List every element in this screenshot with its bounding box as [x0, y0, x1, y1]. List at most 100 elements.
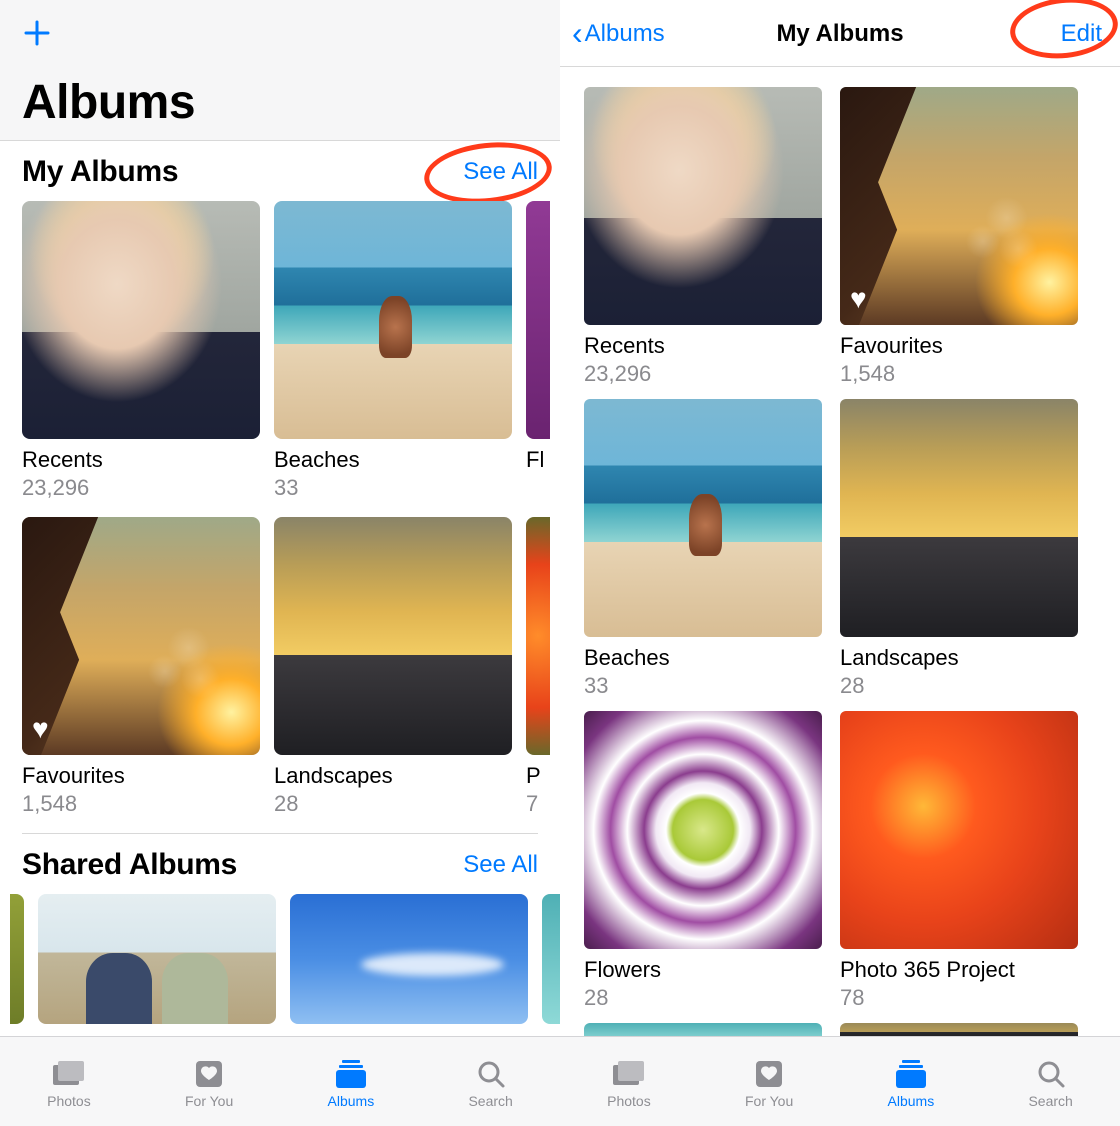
- nav-bar: ‹ Albums My Albums Edit: [560, 0, 1120, 67]
- album-tile-favourites[interactable]: ♥ Favourites 1,548: [22, 517, 260, 817]
- album-tile-landscapes[interactable]: Landscapes 28: [840, 399, 1078, 699]
- tab-label: Search: [468, 1093, 512, 1109]
- album-thumbnail: [22, 201, 260, 439]
- section-title: My Albums: [22, 155, 178, 189]
- album-name: Landscapes: [274, 763, 512, 789]
- shared-albums-row[interactable]: [0, 888, 560, 1024]
- tab-bar: Photos For You Albums Search: [0, 1036, 560, 1126]
- album-count: 1,548: [22, 791, 260, 817]
- photos-icon: [51, 1059, 87, 1089]
- album-tile-favourites[interactable]: ♥ Favourites 1,548: [840, 87, 1078, 387]
- album-thumbnail: [584, 711, 822, 949]
- album-name: Landscapes: [840, 645, 1078, 671]
- my-albums-row-2[interactable]: ♥ Favourites 1,548 Landscapes 28 P 7: [0, 511, 560, 817]
- my-albums-row-1[interactable]: Recents 23,296 Beaches 33 Fl: [0, 195, 560, 501]
- nav-title: My Albums: [776, 20, 903, 48]
- album-count: 23,296: [584, 361, 822, 387]
- page-title: Albums: [22, 75, 538, 130]
- my-albums-section-header: My Albums See All: [0, 141, 560, 195]
- album-tile-landscapes[interactable]: Landscapes 28: [274, 517, 512, 817]
- album-tile-beaches[interactable]: Beaches 33: [584, 399, 822, 699]
- album-thumbnail: [840, 711, 1078, 949]
- back-label: Albums: [585, 20, 665, 48]
- tab-label: For You: [185, 1093, 233, 1109]
- foryou-icon: [191, 1059, 227, 1089]
- foryou-icon: [751, 1059, 787, 1089]
- tab-albums[interactable]: Albums: [888, 1059, 935, 1109]
- album-name: Favourites: [840, 333, 1078, 359]
- plus-icon: [22, 18, 52, 48]
- album-count: 33: [584, 673, 822, 699]
- tab-label: Photos: [607, 1093, 651, 1109]
- album-thumbnail: [584, 399, 822, 637]
- tab-photos[interactable]: Photos: [607, 1059, 651, 1109]
- album-name: Photo 365 Project: [840, 957, 1078, 983]
- album-tile-beaches[interactable]: Beaches 33: [274, 201, 512, 501]
- album-name: Beaches: [584, 645, 822, 671]
- search-icon: [473, 1059, 509, 1089]
- shared-albums-section-header: Shared Albums See All: [0, 834, 560, 888]
- edit-button[interactable]: Edit: [1061, 20, 1102, 48]
- tab-bar: Photos For You Albums Search: [560, 1036, 1120, 1126]
- tab-label: Albums: [888, 1093, 935, 1109]
- album-thumbnail: [526, 201, 550, 439]
- album-thumbnail: [584, 1023, 822, 1036]
- album-thumbnail: ♥: [840, 87, 1078, 325]
- album-name: Flowers: [584, 957, 822, 983]
- tab-search[interactable]: Search: [468, 1059, 512, 1109]
- album-name: P: [526, 763, 550, 789]
- back-button[interactable]: ‹ Albums: [572, 20, 665, 48]
- album-count: 7: [526, 791, 550, 817]
- album-count: 1,548: [840, 361, 1078, 387]
- album-thumbnail: [542, 894, 560, 1024]
- album-thumbnail: [584, 87, 822, 325]
- album-count: 23,296: [22, 475, 260, 501]
- album-thumbnail: [290, 894, 528, 1024]
- album-thumbnail: ♥: [22, 517, 260, 755]
- tab-for-you[interactable]: For You: [185, 1059, 233, 1109]
- album-tile-partial[interactable]: [10, 894, 24, 1024]
- photos-icon: [611, 1059, 647, 1089]
- album-name: Favourites: [22, 763, 260, 789]
- album-thumbnail: [274, 201, 512, 439]
- album-tile-partial[interactable]: [584, 1023, 822, 1036]
- album-tile-partial[interactable]: [542, 894, 560, 1024]
- album-count: 28: [274, 791, 512, 817]
- tab-for-you[interactable]: For You: [745, 1059, 793, 1109]
- tab-label: For You: [745, 1093, 793, 1109]
- tab-photos[interactable]: Photos: [47, 1059, 91, 1109]
- albums-overview-screen: Albums My Albums See All Recents 23,296 …: [0, 0, 560, 1126]
- see-all-button[interactable]: See All: [463, 158, 538, 186]
- search-icon: [1033, 1059, 1069, 1089]
- album-thumbnail: [840, 1023, 1078, 1036]
- album-count: 28: [584, 985, 822, 1011]
- album-thumbnail: [10, 894, 24, 1024]
- album-thumbnail: [38, 894, 276, 1024]
- see-all-button[interactable]: See All: [463, 851, 538, 879]
- tab-albums[interactable]: Albums: [328, 1059, 375, 1109]
- album-tile-flowers[interactable]: Flowers 28: [584, 711, 822, 1011]
- album-tile-recents[interactable]: Recents 23,296: [584, 87, 822, 387]
- tab-search[interactable]: Search: [1028, 1059, 1072, 1109]
- album-thumbnail: [840, 399, 1078, 637]
- album-tile-partial[interactable]: P 7: [526, 517, 550, 817]
- albums-grid[interactable]: Recents 23,296 ♥ Favourites 1,548 Beache…: [560, 67, 1120, 1036]
- album-tile-partial[interactable]: Fl: [526, 201, 550, 501]
- album-tile-shared[interactable]: [38, 894, 276, 1024]
- album-tile-shared[interactable]: [290, 894, 528, 1024]
- albums-icon: [893, 1059, 929, 1089]
- album-tile-photo365[interactable]: Photo 365 Project 78: [840, 711, 1078, 1011]
- chevron-left-icon: ‹: [572, 24, 583, 43]
- large-title-header: Albums: [0, 0, 560, 141]
- album-name: Recents: [22, 447, 260, 473]
- tab-label: Photos: [47, 1093, 91, 1109]
- album-tile-partial[interactable]: [840, 1023, 1078, 1036]
- add-album-button[interactable]: [22, 18, 52, 48]
- album-thumbnail: [526, 517, 550, 755]
- heart-icon: ♥: [850, 283, 867, 315]
- album-tile-recents[interactable]: Recents 23,296: [22, 201, 260, 501]
- album-count: 78: [840, 985, 1078, 1011]
- heart-icon: ♥: [32, 713, 49, 745]
- albums-icon: [333, 1059, 369, 1089]
- tab-label: Albums: [328, 1093, 375, 1109]
